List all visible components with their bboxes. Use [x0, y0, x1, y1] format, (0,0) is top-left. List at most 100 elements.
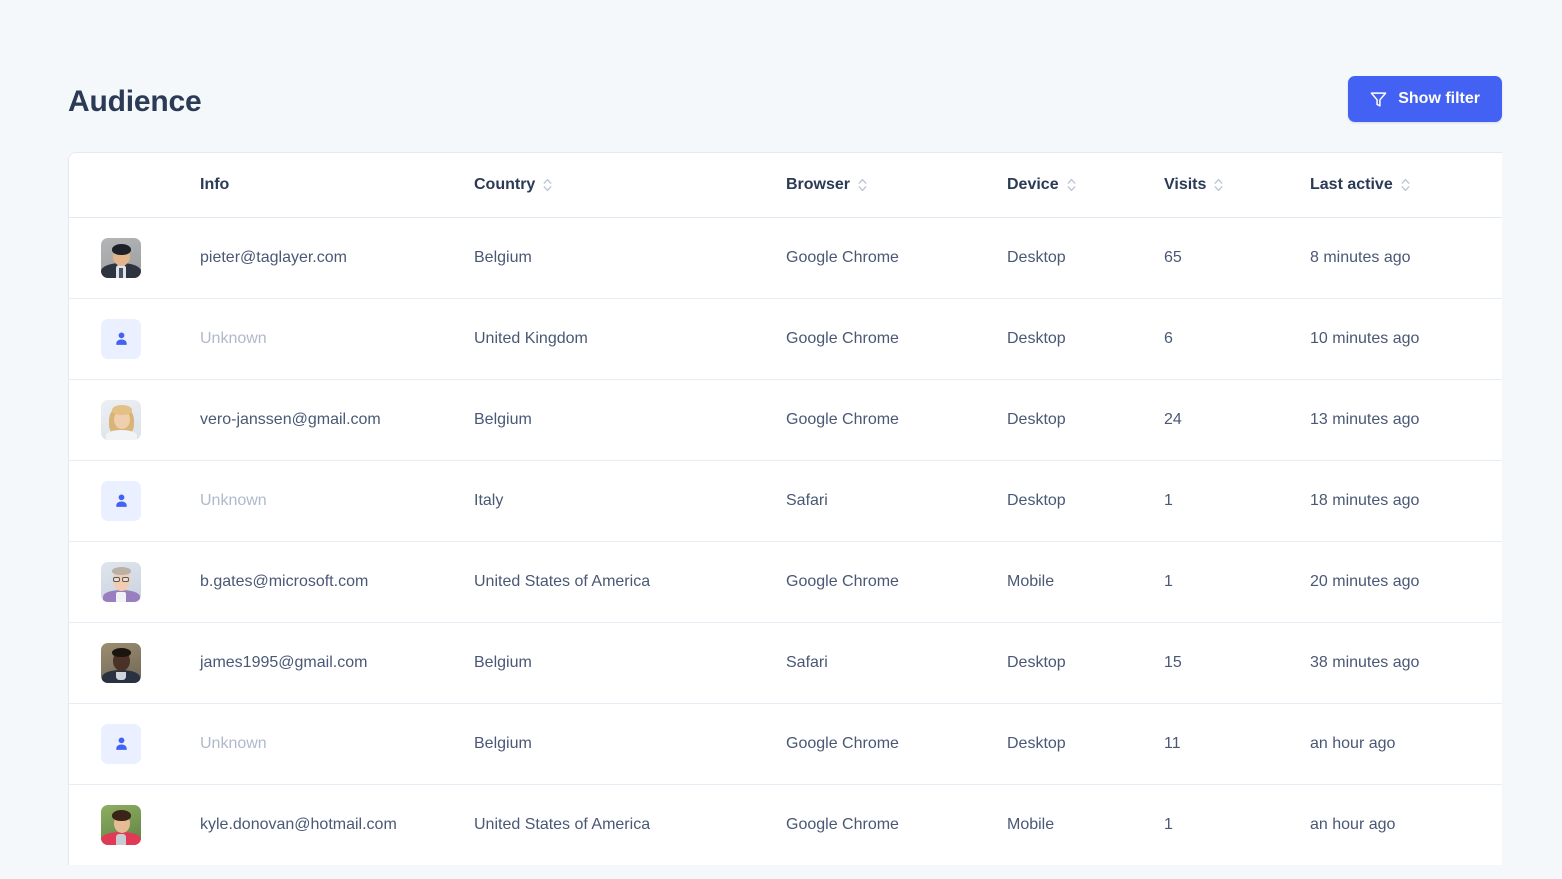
info-cell: b.gates@microsoft.com — [200, 541, 474, 623]
avatar-part — [116, 671, 126, 680]
info-cell-text: pieter@taglayer.com — [200, 248, 347, 266]
last-active-cell-text: 18 minutes ago — [1310, 491, 1420, 509]
avatar — [101, 804, 141, 845]
device-cell: Desktop — [1007, 298, 1164, 380]
browser-cell: Safari — [786, 622, 1007, 704]
filter-icon — [1370, 91, 1387, 108]
info-cell: pieter@taglayer.com — [200, 217, 474, 299]
avatar-part — [113, 576, 120, 582]
info-cell-text: kyle.donovan@hotmail.com — [200, 815, 397, 833]
info-cell-text: vero-janssen@gmail.com — [200, 410, 381, 428]
column-header-device[interactable]: Device — [1007, 153, 1164, 218]
country-cell: Belgium — [474, 703, 786, 785]
table-row[interactable]: vero-janssen@gmail.com Belgium Google Chro… — [69, 379, 1502, 461]
info-cell: kyle.donovan@hotmail.com — [200, 784, 474, 865]
avatar-cell — [69, 379, 200, 461]
browser-cell: Google Chrome — [786, 541, 1007, 623]
country-cell-text: Belgium — [474, 410, 532, 428]
visits-cell-text: 1 — [1164, 815, 1173, 833]
visits-cell-text: 1 — [1164, 572, 1173, 590]
device-cell: Desktop — [1007, 460, 1164, 542]
visits-cell: 1 — [1164, 460, 1310, 542]
visits-cell: 1 — [1164, 784, 1310, 865]
avatar-cell — [69, 217, 200, 299]
last-active-cell-text: 13 minutes ago — [1310, 410, 1420, 428]
column-header-browser-label: Browser — [786, 175, 851, 193]
country-cell-text: United States of America — [474, 815, 651, 833]
column-header-last-active-label: Last active — [1310, 175, 1393, 193]
device-cell-text: Mobile — [1007, 815, 1055, 833]
column-header-visits[interactable]: Visits — [1164, 153, 1310, 218]
sort-icon[interactable] — [1067, 178, 1076, 192]
browser-cell: Google Chrome — [786, 703, 1007, 785]
person-icon — [113, 735, 130, 752]
last-active-cell: 13 minutes ago — [1310, 379, 1502, 461]
column-header-info-label: Info — [200, 175, 230, 193]
last-active-cell: 10 minutes ago — [1310, 298, 1502, 380]
device-cell: Desktop — [1007, 622, 1164, 704]
info-cell-text: james1995@gmail.com — [200, 653, 368, 671]
table-header: Info Country Browser Device Visits Last … — [69, 153, 1502, 218]
last-active-cell-text: 10 minutes ago — [1310, 329, 1420, 347]
visits-cell: 24 — [1164, 379, 1310, 461]
table-row[interactable]: Unknown United Kingdom Google Chrome Deskto… — [69, 298, 1502, 380]
avatar-cell — [69, 298, 200, 380]
last-active-cell: 38 minutes ago — [1310, 622, 1502, 704]
visits-cell: 11 — [1164, 703, 1310, 785]
column-header-browser[interactable]: Browser — [786, 153, 1007, 218]
info-cell-text: Unknown — [200, 329, 267, 347]
country-cell: Italy — [474, 460, 786, 542]
country-cell-text: United Kingdom — [474, 329, 588, 347]
avatar-part — [116, 833, 126, 845]
avatar-part — [119, 267, 123, 278]
last-active-cell: 8 minutes ago — [1310, 217, 1502, 299]
table-row[interactable]: b.gates@microsoft.com United States of Am… — [69, 541, 1502, 623]
visits-cell-text: 6 — [1164, 329, 1173, 347]
browser-cell: Google Chrome — [786, 298, 1007, 380]
show-filter-button[interactable]: Show filter — [1348, 76, 1502, 122]
device-cell-text: Desktop — [1007, 248, 1066, 266]
avatar-part — [112, 243, 131, 255]
sort-icon[interactable] — [543, 178, 552, 192]
table-row[interactable]: james1995@gmail.com Belgium Safari Desktop 1… — [69, 622, 1502, 704]
sort-icon[interactable] — [858, 178, 867, 192]
last-active-cell-text: 20 minutes ago — [1310, 572, 1420, 590]
country-cell-text: Belgium — [474, 248, 532, 266]
device-cell-text: Desktop — [1007, 329, 1066, 347]
visits-cell-text: 65 — [1164, 248, 1182, 266]
device-cell-text: Desktop — [1007, 491, 1066, 509]
browser-cell-text: Google Chrome — [786, 410, 899, 428]
column-header-device-label: Device — [1007, 175, 1059, 193]
device-cell: Mobile — [1007, 541, 1164, 623]
avatar-placeholder — [101, 480, 141, 521]
avatar-cell — [69, 460, 200, 542]
sort-icon[interactable] — [1401, 178, 1410, 192]
country-cell: United Kingdom — [474, 298, 786, 380]
column-header-country[interactable]: Country — [474, 153, 786, 218]
country-cell-text: Belgium — [474, 734, 532, 752]
avatar-part — [106, 429, 137, 440]
last-active-cell-text: 8 minutes ago — [1310, 248, 1411, 266]
table-row[interactable]: kyle.donovan@hotmail.com United States of… — [69, 784, 1502, 865]
audience-table-card: Info Country Browser Device Visits Last … — [68, 152, 1502, 865]
avatar — [101, 561, 141, 602]
column-header-last-active[interactable]: Last active — [1310, 153, 1502, 218]
sort-icon[interactable] — [1214, 178, 1223, 192]
table-row[interactable]: Unknown Belgium Google Chrome Desktop 11 an h… — [69, 703, 1502, 785]
country-cell: Belgium — [474, 379, 786, 461]
column-header-avatar — [69, 153, 200, 218]
avatar-placeholder — [101, 318, 141, 359]
page-header: Audience Show filter — [0, 0, 1562, 152]
last-active-cell: 20 minutes ago — [1310, 541, 1502, 623]
device-cell-text: Desktop — [1007, 410, 1066, 428]
avatar-cell — [69, 541, 200, 623]
info-cell-text: Unknown — [200, 491, 267, 509]
table-row[interactable]: pieter@taglayer.com Belgium Google Chrome D… — [69, 217, 1502, 299]
page-title: Audience — [68, 85, 202, 118]
column-header-country-label: Country — [474, 175, 536, 193]
table-row[interactable]: Unknown Italy Safari Desktop 1 18 minutes ago — [69, 460, 1502, 542]
audience-page: Audience Show filter Info Country Browse… — [0, 0, 1562, 879]
country-cell: Belgium — [474, 622, 786, 704]
avatar-cell — [69, 784, 200, 865]
avatar — [101, 399, 141, 440]
